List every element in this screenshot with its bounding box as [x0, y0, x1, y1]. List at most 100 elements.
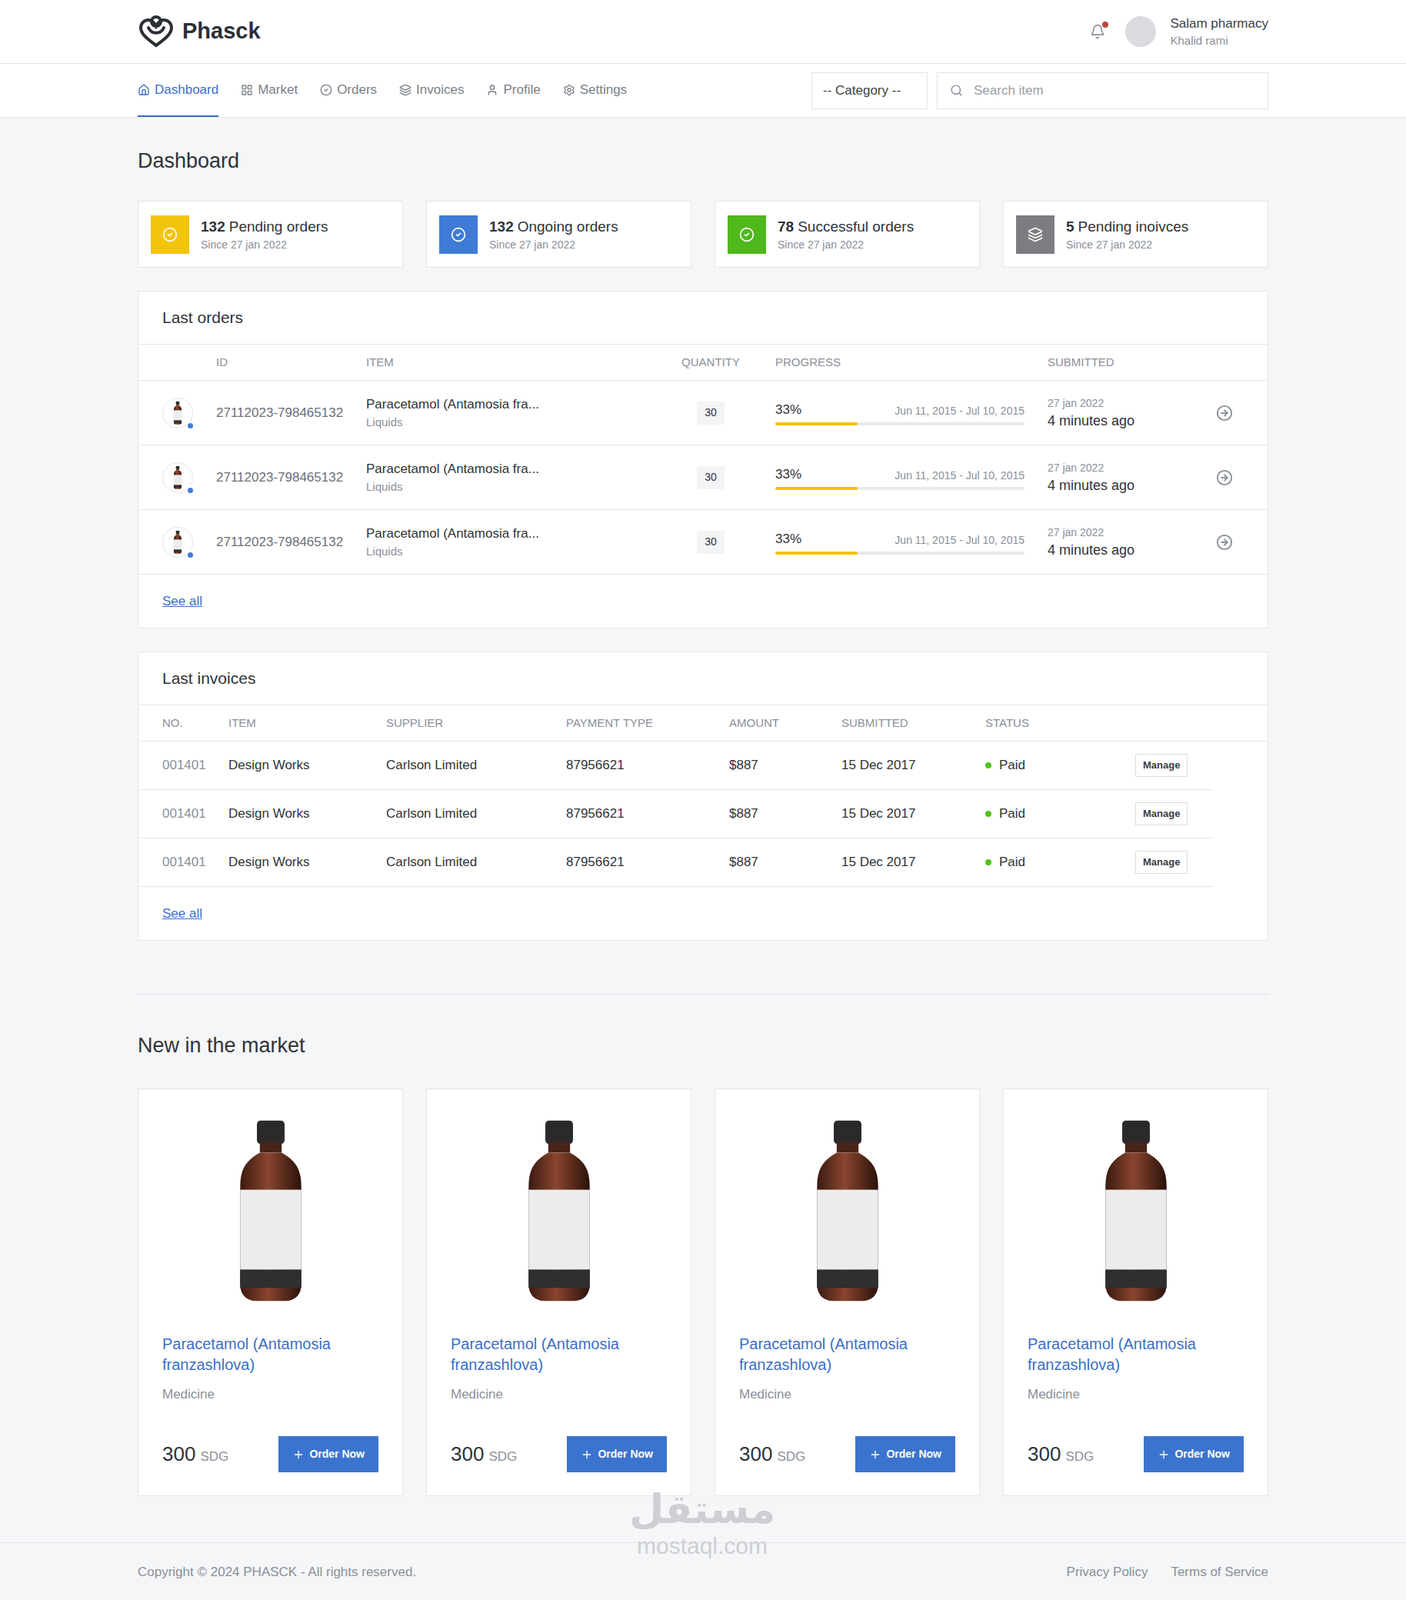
table-header: IDITEMQUANTITYPROGRESSSUBMITTED [138, 344, 1268, 381]
order-type: Liquids [366, 413, 669, 431]
progress-reading: 33% [775, 464, 802, 485]
invoice-payment: 87956621 [566, 852, 730, 873]
stat-icon-box [1016, 215, 1055, 254]
nav-item[interactable]: Dashboard [137, 63, 219, 117]
nav-icon [319, 83, 333, 97]
quantity-badge: 30 [696, 466, 725, 490]
product-currency: SDG [776, 1446, 806, 1467]
nav-icon [137, 83, 150, 97]
product-price: 300 [450, 1439, 484, 1470]
arrow-right-icon[interactable] [1216, 404, 1233, 422]
nav-item[interactable]: Profile [486, 63, 540, 117]
order-now-button[interactable]: Order Now [855, 1435, 956, 1473]
invoice-submitted: 15 Dec 2017 [841, 755, 986, 776]
stat-card[interactable]: 132Pending ordersSince 27 jan 2022 [137, 200, 404, 268]
product-currency: SDG [1065, 1446, 1094, 1467]
invoice-status: Paid [999, 852, 1026, 873]
order-now-button[interactable]: Order Now [278, 1435, 379, 1473]
footer: Copyright © 2024 PHASCK - All rights res… [0, 1542, 1406, 1600]
manage-button[interactable]: Manage [1135, 850, 1188, 874]
status-dot [985, 810, 992, 817]
product-name[interactable]: Paracetamol (Antamosia franzashlova) [739, 1333, 956, 1376]
product-currency: SDG [488, 1446, 517, 1467]
invoice-row[interactable]: 001401Design WorksCarlson Limited8795662… [138, 789, 1214, 839]
status-dot [186, 486, 195, 495]
nav-item[interactable]: Market [240, 63, 298, 117]
product-card[interactable]: Paracetamol (Antamosia franzashlova)Medi… [714, 1088, 980, 1496]
product-bottle-icon [1096, 1117, 1177, 1306]
arrow-right-icon[interactable] [1216, 533, 1233, 551]
invoice-no: 001401 [162, 852, 229, 873]
progress-reading: 33% [775, 399, 802, 420]
stat-card[interactable]: 132Ongoing ordersSince 27 jan 2022 [426, 200, 692, 268]
stat-card[interactable]: 78Successful ordersSince 27 jan 2022 [714, 200, 980, 268]
panel-title: Last invoices [138, 652, 1268, 706]
order-row[interactable]: 27112023-798465132Paracetamol (Antamosia… [138, 380, 1268, 446]
page-title: Dashboard [137, 146, 1269, 175]
status-dot [985, 762, 992, 769]
product-card[interactable]: Paracetamol (Antamosia franzashlova)Medi… [137, 1088, 404, 1496]
logo-text[interactable]: Phasck [182, 14, 261, 49]
invoice-item: Design Works [228, 803, 387, 824]
nav-item[interactable]: Invoices [399, 63, 464, 117]
order-id: 27112023-798465132 [216, 403, 367, 424]
arrow-right-icon[interactable] [1216, 469, 1233, 487]
search-field[interactable]: Search item [936, 72, 1269, 110]
stat-count: 132 [200, 218, 226, 235]
layers-icon [1027, 226, 1043, 243]
nav-item[interactable]: Settings [563, 63, 627, 117]
product-name[interactable]: Paracetamol (Antamosia franzashlova) [1027, 1333, 1244, 1376]
invoice-amount: $887 [729, 755, 842, 776]
category-select[interactable]: -- Category -- [811, 72, 928, 110]
nav-icon [563, 83, 576, 97]
invoice-row[interactable]: 001401Design WorksCarlson Limited8795662… [138, 838, 1214, 887]
footer-link[interactable]: Terms of Service [1170, 1562, 1269, 1583]
order-type: Liquids [366, 478, 669, 496]
order-row[interactable]: 27112023-798465132Paracetamol (Antamosia… [138, 445, 1268, 510]
product-name[interactable]: Paracetamol (Antamosia franzashlova) [450, 1333, 667, 1376]
check-circle-icon [739, 226, 755, 243]
product-image [715, 1089, 980, 1334]
manage-button[interactable]: Manage [1135, 802, 1188, 826]
stat-since: Since 27 jan 2022 [777, 236, 914, 253]
invoice-amount: $887 [729, 803, 842, 824]
order-item: Paracetamol (Antamosia fra... [366, 524, 669, 544]
order-now-button[interactable]: Order Now [566, 1435, 667, 1473]
product-image [426, 1089, 691, 1334]
product-currency: SDG [199, 1446, 229, 1467]
progress-track [775, 551, 1025, 555]
order-type: Liquids [366, 543, 669, 560]
order-row[interactable]: 27112023-798465132Paracetamol (Antamosia… [138, 509, 1268, 575]
footer-link[interactable]: Privacy Policy [1066, 1562, 1149, 1583]
plus-icon [292, 1448, 305, 1461]
nav-item[interactable]: Orders [319, 63, 377, 117]
product-card[interactable]: Paracetamol (Antamosia franzashlova) Medi… [1002, 1088, 1269, 1496]
manage-button[interactable]: Manage [1135, 753, 1188, 777]
invoice-payment: 87956621 [566, 803, 730, 824]
product-card[interactable]: Paracetamol (Antamosia franzashlova)Medi… [426, 1088, 692, 1496]
stat-label: Successful orders [797, 218, 914, 235]
invoice-no: 001401 [162, 755, 229, 776]
invoice-submitted: 15 Dec 2017 [841, 803, 986, 824]
invoice-row[interactable]: 001401Design WorksCarlson Limited8795662… [138, 741, 1214, 790]
divider [137, 993, 1269, 995]
stat-card[interactable]: 5Pending inoivcesSince 27 jan 2022 [1002, 200, 1269, 268]
product-category: Medicine [1027, 1384, 1244, 1405]
stat-count: 5 [1066, 218, 1075, 235]
product-bottle-icon [807, 1117, 888, 1306]
product-bottle-icon [519, 1117, 600, 1306]
order-now-button[interactable]: Order Now [1143, 1435, 1244, 1473]
see-all-link[interactable]: See all [162, 903, 203, 924]
progress-dates: Jun 11, 2015 - Jul 10, 2015 [894, 467, 1025, 484]
product-name[interactable]: Paracetamol (Antamosia franzashlova) [162, 1333, 379, 1376]
progress-dates: Jun 11, 2015 - Jul 10, 2015 [894, 532, 1025, 549]
plus-icon [869, 1448, 882, 1461]
submitted-ago: 4 minutes ago [1047, 475, 1202, 496]
avatar[interactable] [1125, 16, 1157, 47]
invoice-item: Design Works [228, 755, 387, 776]
invoice-submitted: 15 Dec 2017 [841, 852, 986, 873]
progress-dates: Jun 11, 2015 - Jul 10, 2015 [894, 403, 1025, 420]
product-image [1003, 1089, 1268, 1334]
check-circle-icon [450, 226, 467, 243]
see-all-link[interactable]: See all [162, 591, 203, 612]
